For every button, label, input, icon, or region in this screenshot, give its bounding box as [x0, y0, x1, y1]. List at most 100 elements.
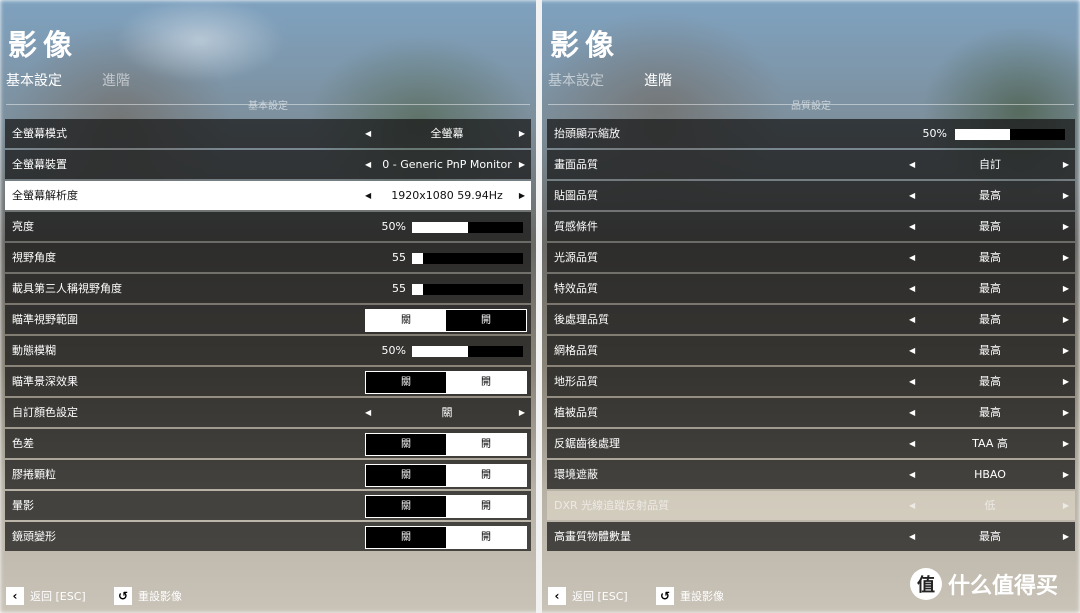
toggle-off-option[interactable]: 關: [366, 434, 446, 455]
reset-button[interactable]: ↺ 重設影像: [114, 587, 182, 605]
triangle-right-icon[interactable]: ▶: [1063, 522, 1069, 551]
setting-row[interactable]: 質感條件 ◀ 最高 ▶: [547, 212, 1075, 241]
toggle-switch[interactable]: 關開: [365, 526, 527, 549]
setting-row[interactable]: 色差 關開: [5, 429, 531, 458]
setting-row[interactable]: 地形品質 ◀ 最高 ▶: [547, 367, 1075, 396]
brand-logo-icon: 值: [910, 568, 942, 600]
setting-row[interactable]: 動態模糊 50%: [5, 336, 531, 365]
setting-row[interactable]: 暈影 關開: [5, 491, 531, 520]
triangle-left-icon[interactable]: ◀: [909, 305, 915, 334]
triangle-right-icon[interactable]: ▶: [1063, 491, 1069, 520]
reset-button[interactable]: ↺ 重設影像: [656, 587, 724, 605]
setting-row[interactable]: 後處理品質 ◀ 最高 ▶: [547, 305, 1075, 334]
setting-row[interactable]: 瞄準景深效果 關開: [5, 367, 531, 396]
setting-label: 膠捲顆粒: [12, 468, 56, 481]
toggle-on-option[interactable]: 開: [446, 496, 526, 517]
setting-row[interactable]: 瞄準視野範圍 關開: [5, 305, 531, 334]
triangle-right-icon[interactable]: ▶: [519, 150, 525, 179]
triangle-left-icon[interactable]: ◀: [365, 119, 371, 148]
toggle-switch[interactable]: 關開: [365, 495, 527, 518]
toggle-off-option[interactable]: 關: [366, 465, 446, 486]
triangle-left-icon[interactable]: ◀: [909, 429, 915, 458]
toggle-off-option[interactable]: 關: [366, 310, 446, 331]
triangle-right-icon[interactable]: ▶: [519, 119, 525, 148]
tab-advanced[interactable]: 進階: [644, 70, 672, 90]
slider-track[interactable]: [412, 253, 523, 264]
toggle-switch[interactable]: 關開: [365, 464, 527, 487]
setting-row[interactable]: 光源品質 ◀ 最高 ▶: [547, 243, 1075, 272]
tab-advanced[interactable]: 進階: [102, 70, 130, 90]
setting-row[interactable]: 全螢幕解析度 ◀ 1920x1080 59.94Hz ▶: [5, 181, 531, 210]
setting-row[interactable]: 畫面品質 ◀ 自訂 ▶: [547, 150, 1075, 179]
toggle-switch[interactable]: 關開: [365, 309, 527, 332]
tab-basic[interactable]: 基本設定: [548, 70, 604, 90]
triangle-left-icon[interactable]: ◀: [365, 181, 371, 210]
setting-row[interactable]: 全螢幕裝置 ◀ 0 - Generic PnP Monitor ▶: [5, 150, 531, 179]
slider-track[interactable]: [955, 129, 1065, 140]
setting-row[interactable]: 植被品質 ◀ 最高 ▶: [547, 398, 1075, 427]
triangle-right-icon[interactable]: ▶: [519, 181, 525, 210]
triangle-left-icon[interactable]: ◀: [909, 336, 915, 365]
setting-row[interactable]: 自訂顏色設定 ◀ 關 ▶: [5, 398, 531, 427]
triangle-right-icon[interactable]: ▶: [1063, 243, 1069, 272]
triangle-left-icon[interactable]: ◀: [909, 274, 915, 303]
setting-row[interactable]: 視野角度 55: [5, 243, 531, 272]
setting-row[interactable]: 抬頭顯示縮放 50%: [547, 119, 1075, 148]
triangle-right-icon[interactable]: ▶: [1063, 367, 1069, 396]
tab-basic[interactable]: 基本設定: [6, 70, 62, 90]
triangle-right-icon[interactable]: ▶: [1063, 398, 1069, 427]
toggle-switch[interactable]: 關開: [365, 433, 527, 456]
slider-track[interactable]: [412, 222, 523, 233]
toggle-on-option[interactable]: 開: [446, 372, 526, 393]
setting-row[interactable]: 膠捲顆粒 關開: [5, 460, 531, 489]
triangle-left-icon[interactable]: ◀: [909, 398, 915, 427]
triangle-right-icon[interactable]: ▶: [1063, 429, 1069, 458]
toggle-on-option[interactable]: 開: [446, 310, 526, 331]
triangle-right-icon[interactable]: ▶: [1063, 274, 1069, 303]
triangle-left-icon[interactable]: ◀: [909, 491, 915, 520]
triangle-left-icon[interactable]: ◀: [909, 522, 915, 551]
triangle-right-icon[interactable]: ▶: [1063, 305, 1069, 334]
section-header: 基本設定: [6, 98, 530, 112]
slider-track[interactable]: [412, 284, 523, 295]
setting-label: DXR 光線追蹤反射品質: [554, 499, 670, 512]
triangle-left-icon[interactable]: ◀: [365, 150, 371, 179]
triangle-left-icon[interactable]: ◀: [909, 212, 915, 241]
toggle-on-option[interactable]: 開: [446, 465, 526, 486]
back-button[interactable]: ‹ 返回 [ESC]: [548, 587, 628, 605]
toggle-off-option[interactable]: 關: [366, 496, 446, 517]
triangle-right-icon[interactable]: ▶: [1063, 181, 1069, 210]
setting-label: 自訂顏色設定: [12, 406, 78, 419]
triangle-right-icon[interactable]: ▶: [1063, 150, 1069, 179]
triangle-left-icon[interactable]: ◀: [909, 181, 915, 210]
toggle-on-option[interactable]: 開: [446, 434, 526, 455]
triangle-left-icon[interactable]: ◀: [909, 150, 915, 179]
triangle-left-icon[interactable]: ◀: [909, 367, 915, 396]
toggle-off-option[interactable]: 關: [366, 527, 446, 548]
triangle-right-icon[interactable]: ▶: [1063, 460, 1069, 489]
toggle-off-option[interactable]: 關: [366, 372, 446, 393]
triangle-left-icon[interactable]: ◀: [909, 243, 915, 272]
setting-row[interactable]: 反鋸齒後處理 ◀ TAA 高 ▶: [547, 429, 1075, 458]
setting-row[interactable]: 亮度 50%: [5, 212, 531, 241]
toggle-on-option[interactable]: 開: [446, 527, 526, 548]
setting-label: 環境遮蔽: [554, 468, 598, 481]
setting-row[interactable]: 貼圖品質 ◀ 最高 ▶: [547, 181, 1075, 210]
triangle-left-icon[interactable]: ◀: [909, 460, 915, 489]
setting-row[interactable]: 全螢幕模式 ◀ 全螢幕 ▶: [5, 119, 531, 148]
setting-row[interactable]: 網格品質 ◀ 最高 ▶: [547, 336, 1075, 365]
setting-row[interactable]: 環境遮蔽 ◀ HBAO ▶: [547, 460, 1075, 489]
triangle-right-icon[interactable]: ▶: [1063, 336, 1069, 365]
toggle-switch[interactable]: 關開: [365, 371, 527, 394]
triangle-right-icon[interactable]: ▶: [1063, 212, 1069, 241]
setting-row[interactable]: 載具第三人稱視野角度 55: [5, 274, 531, 303]
setting-value: 最高: [979, 375, 1001, 388]
triangle-left-icon[interactable]: ◀: [365, 398, 371, 427]
slider-track[interactable]: [412, 346, 523, 357]
setting-row[interactable]: 鏡頭變形 關開: [5, 522, 531, 551]
setting-row[interactable]: DXR 光線追蹤反射品質 ◀ 低 ▶: [547, 491, 1075, 520]
setting-row[interactable]: 高畫質物體數量 ◀ 最高 ▶: [547, 522, 1075, 551]
back-button[interactable]: ‹ 返回 [ESC]: [6, 587, 86, 605]
setting-row[interactable]: 特效品質 ◀ 最高 ▶: [547, 274, 1075, 303]
triangle-right-icon[interactable]: ▶: [519, 398, 525, 427]
